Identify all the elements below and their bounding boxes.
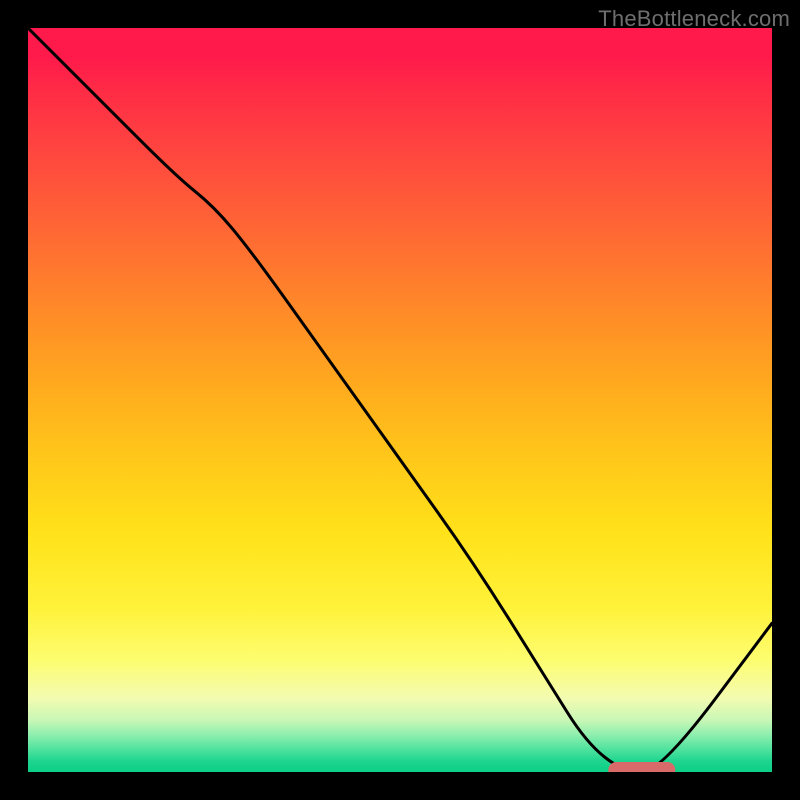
chart-frame: TheBottleneck.com bbox=[0, 0, 800, 800]
plot-area bbox=[28, 28, 772, 772]
optimal-range-marker bbox=[608, 762, 675, 772]
bottleneck-curve-svg bbox=[28, 28, 772, 772]
bottleneck-curve-line bbox=[28, 28, 772, 772]
